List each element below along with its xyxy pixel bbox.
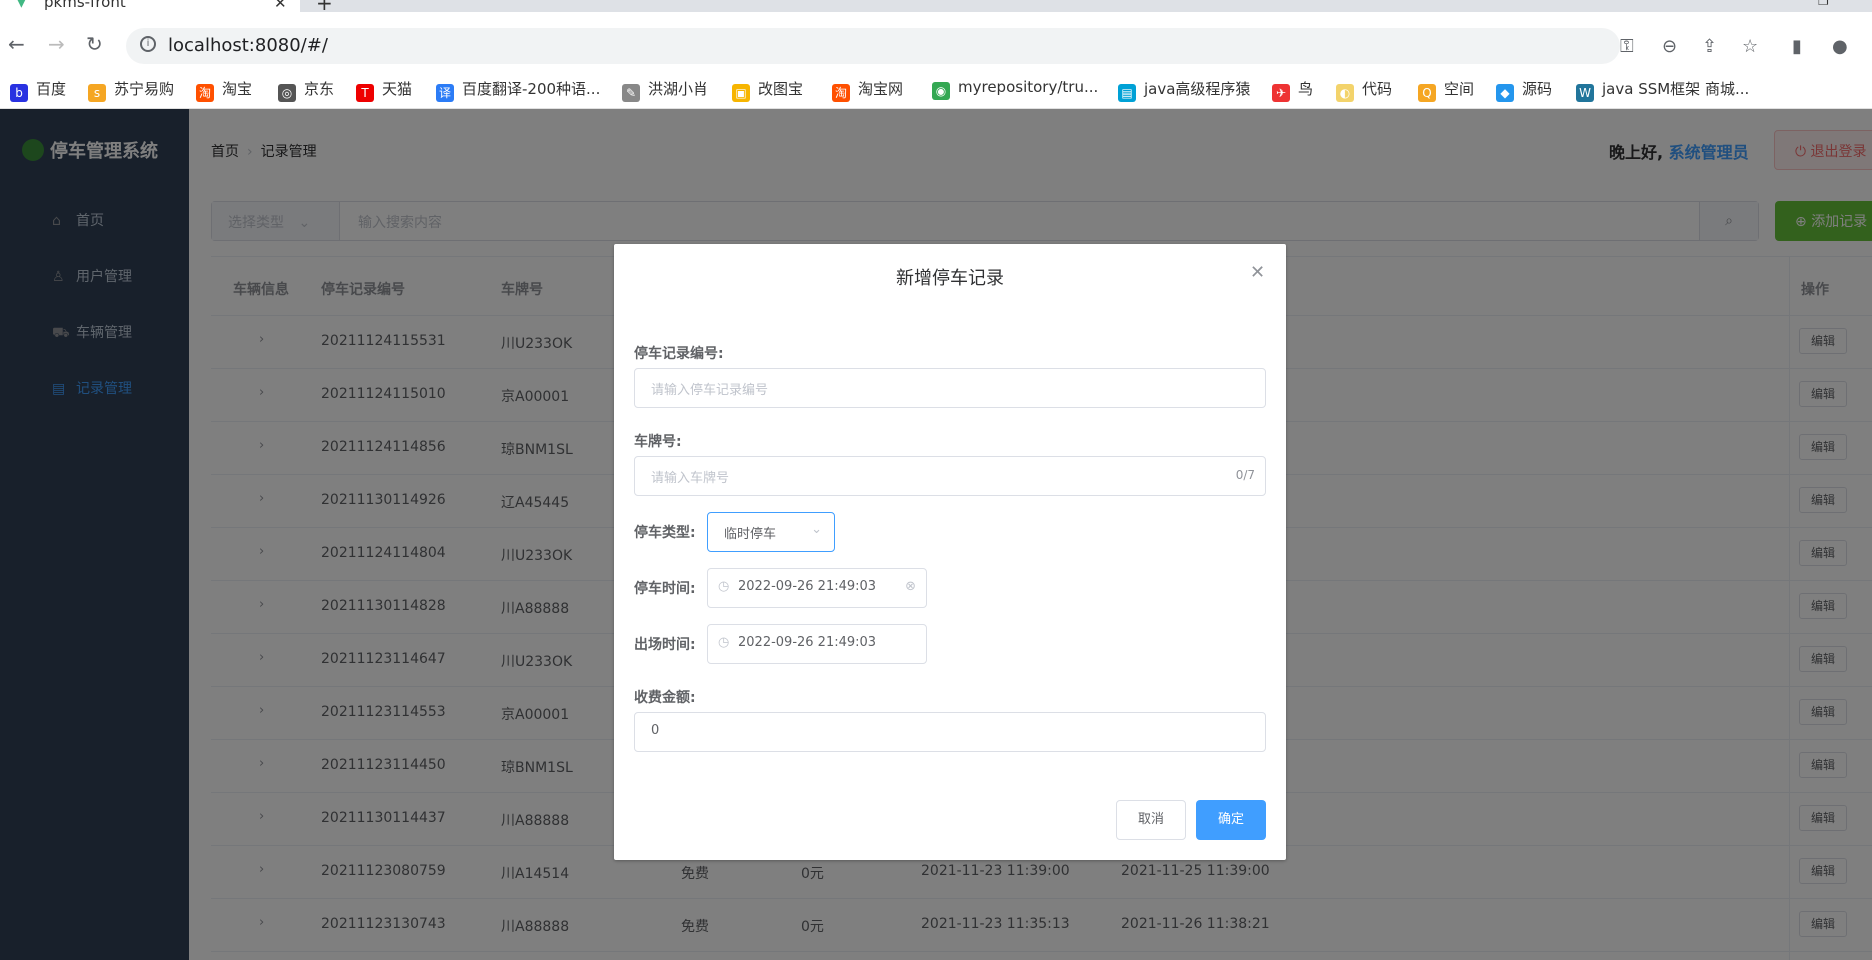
fee-label: 收费金额:: [634, 690, 696, 706]
chevron-down-icon: ⌄: [811, 522, 822, 537]
bookmark-item[interactable]: T 天猫: [356, 78, 412, 102]
parking-type-select[interactable]: 临时停车 ⌄: [707, 512, 835, 552]
bookmark-item[interactable]: ✈ 鸟: [1272, 78, 1313, 102]
bookmark-item[interactable]: ▤ java高级程序猿: [1118, 78, 1250, 102]
bookmark-item[interactable]: ▣ 改图宝: [732, 78, 803, 102]
add-record-dialog: 新增停车记录 ✕ 停车记录编号: 请输入停车记录编号 车牌号: 请输入车牌号 0…: [614, 244, 1286, 860]
plate-placeholder: 请输入车牌号: [651, 471, 730, 486]
entry-time-picker[interactable]: ◷ 2022-09-26 21:49:03 ⊗: [707, 568, 927, 608]
restore-window-icon[interactable]: ❐: [1818, 0, 1829, 8]
browser-toolbar: ← → ↻ i localhost:8080/#/ ⚿ ⊖ ⇪ ☆ ▮ ●: [0, 12, 1872, 68]
cancel-button[interactable]: 取消: [1116, 800, 1186, 840]
bookmark-item[interactable]: ◉ myrepository/tru...: [932, 78, 1098, 100]
bookmark-item[interactable]: 淘淘宝网: [832, 78, 903, 102]
forward-icon[interactable]: →: [48, 34, 65, 54]
entry-time-value: 2022-09-26 21:49:03: [738, 579, 877, 594]
share-icon[interactable]: ⇪: [1702, 36, 1717, 57]
side-panel-icon[interactable]: ▮: [1792, 36, 1802, 57]
bookmark-item[interactable]: 淘淘宝: [196, 78, 252, 102]
confirm-button[interactable]: 确定: [1196, 800, 1266, 840]
parking-type-value: 临时停车: [724, 527, 777, 542]
bookmark-item[interactable]: Wjava SSM框架 商城...: [1576, 78, 1749, 102]
bookmark-item[interactable]: s 苏宁易购: [88, 78, 174, 102]
profile-icon[interactable]: ●: [1832, 36, 1848, 57]
zoom-icon[interactable]: ⊖: [1662, 36, 1677, 57]
bookmark-item[interactable]: 译百度翻译-200种语...: [436, 78, 600, 102]
record-id-label: 停车记录编号:: [634, 346, 724, 362]
url-text: localhost:8080/#/: [168, 35, 328, 56]
entry-time-label: 停车时间:: [634, 581, 696, 597]
clear-icon[interactable]: ⊗: [905, 579, 916, 594]
browser-tab-strip: ▼ pkms-front ✕ + ❐: [0, 0, 1872, 15]
reload-icon[interactable]: ↻: [86, 34, 103, 54]
plate-char-count: 0/7: [1235, 468, 1255, 482]
close-icon[interactable]: ✕: [1250, 262, 1265, 283]
plate-input[interactable]: 请输入车牌号 0/7: [634, 456, 1266, 496]
star-icon[interactable]: ☆: [1742, 36, 1758, 57]
clock-icon: ◷: [718, 635, 730, 650]
vue-logo-icon: ▼: [16, 0, 27, 10]
fee-input[interactable]: 0: [634, 712, 1266, 752]
bookmarks-bar: b 百度 s 苏宁易购 淘淘宝 ◎ 京东 T 天猫 译百度翻译-200种语... ✎ 洪湖…: [0, 72, 1872, 109]
exit-time-label: 出场时间:: [634, 637, 696, 653]
bookmark-item[interactable]: Q 空间: [1418, 78, 1474, 102]
record-id-input[interactable]: 请输入停车记录编号: [634, 368, 1266, 408]
fee-value: 0: [651, 723, 660, 738]
key-icon[interactable]: ⚿: [1620, 36, 1634, 57]
record-id-placeholder: 请输入停车记录编号: [651, 383, 769, 398]
bookmark-item[interactable]: b 百度: [10, 78, 66, 102]
bookmark-item[interactable]: ◎ 京东: [278, 78, 334, 102]
dialog-title: 新增停车记录: [896, 268, 1004, 289]
parking-type-label: 停车类型:: [634, 525, 696, 541]
browser-tab[interactable]: ▼ pkms-front ✕: [0, 0, 300, 12]
plate-label: 车牌号:: [634, 434, 682, 450]
exit-time-picker[interactable]: ◷ 2022-09-26 21:49:03: [707, 624, 927, 664]
exit-time-value: 2022-09-26 21:49:03: [738, 635, 877, 650]
close-tab-icon[interactable]: ✕: [274, 0, 287, 12]
site-info-icon[interactable]: i: [140, 36, 156, 52]
back-icon[interactable]: ←: [8, 34, 25, 54]
bookmark-item[interactable]: ✎ 洪湖小肖: [622, 78, 708, 102]
clock-icon: ◷: [718, 579, 730, 594]
bookmark-item[interactable]: ◐ 代码: [1336, 78, 1392, 102]
browser-tab-title: pkms-front: [44, 0, 126, 11]
address-bar[interactable]: i localhost:8080/#/: [126, 28, 1620, 64]
bookmark-item[interactable]: ◆ 源码: [1496, 78, 1552, 102]
